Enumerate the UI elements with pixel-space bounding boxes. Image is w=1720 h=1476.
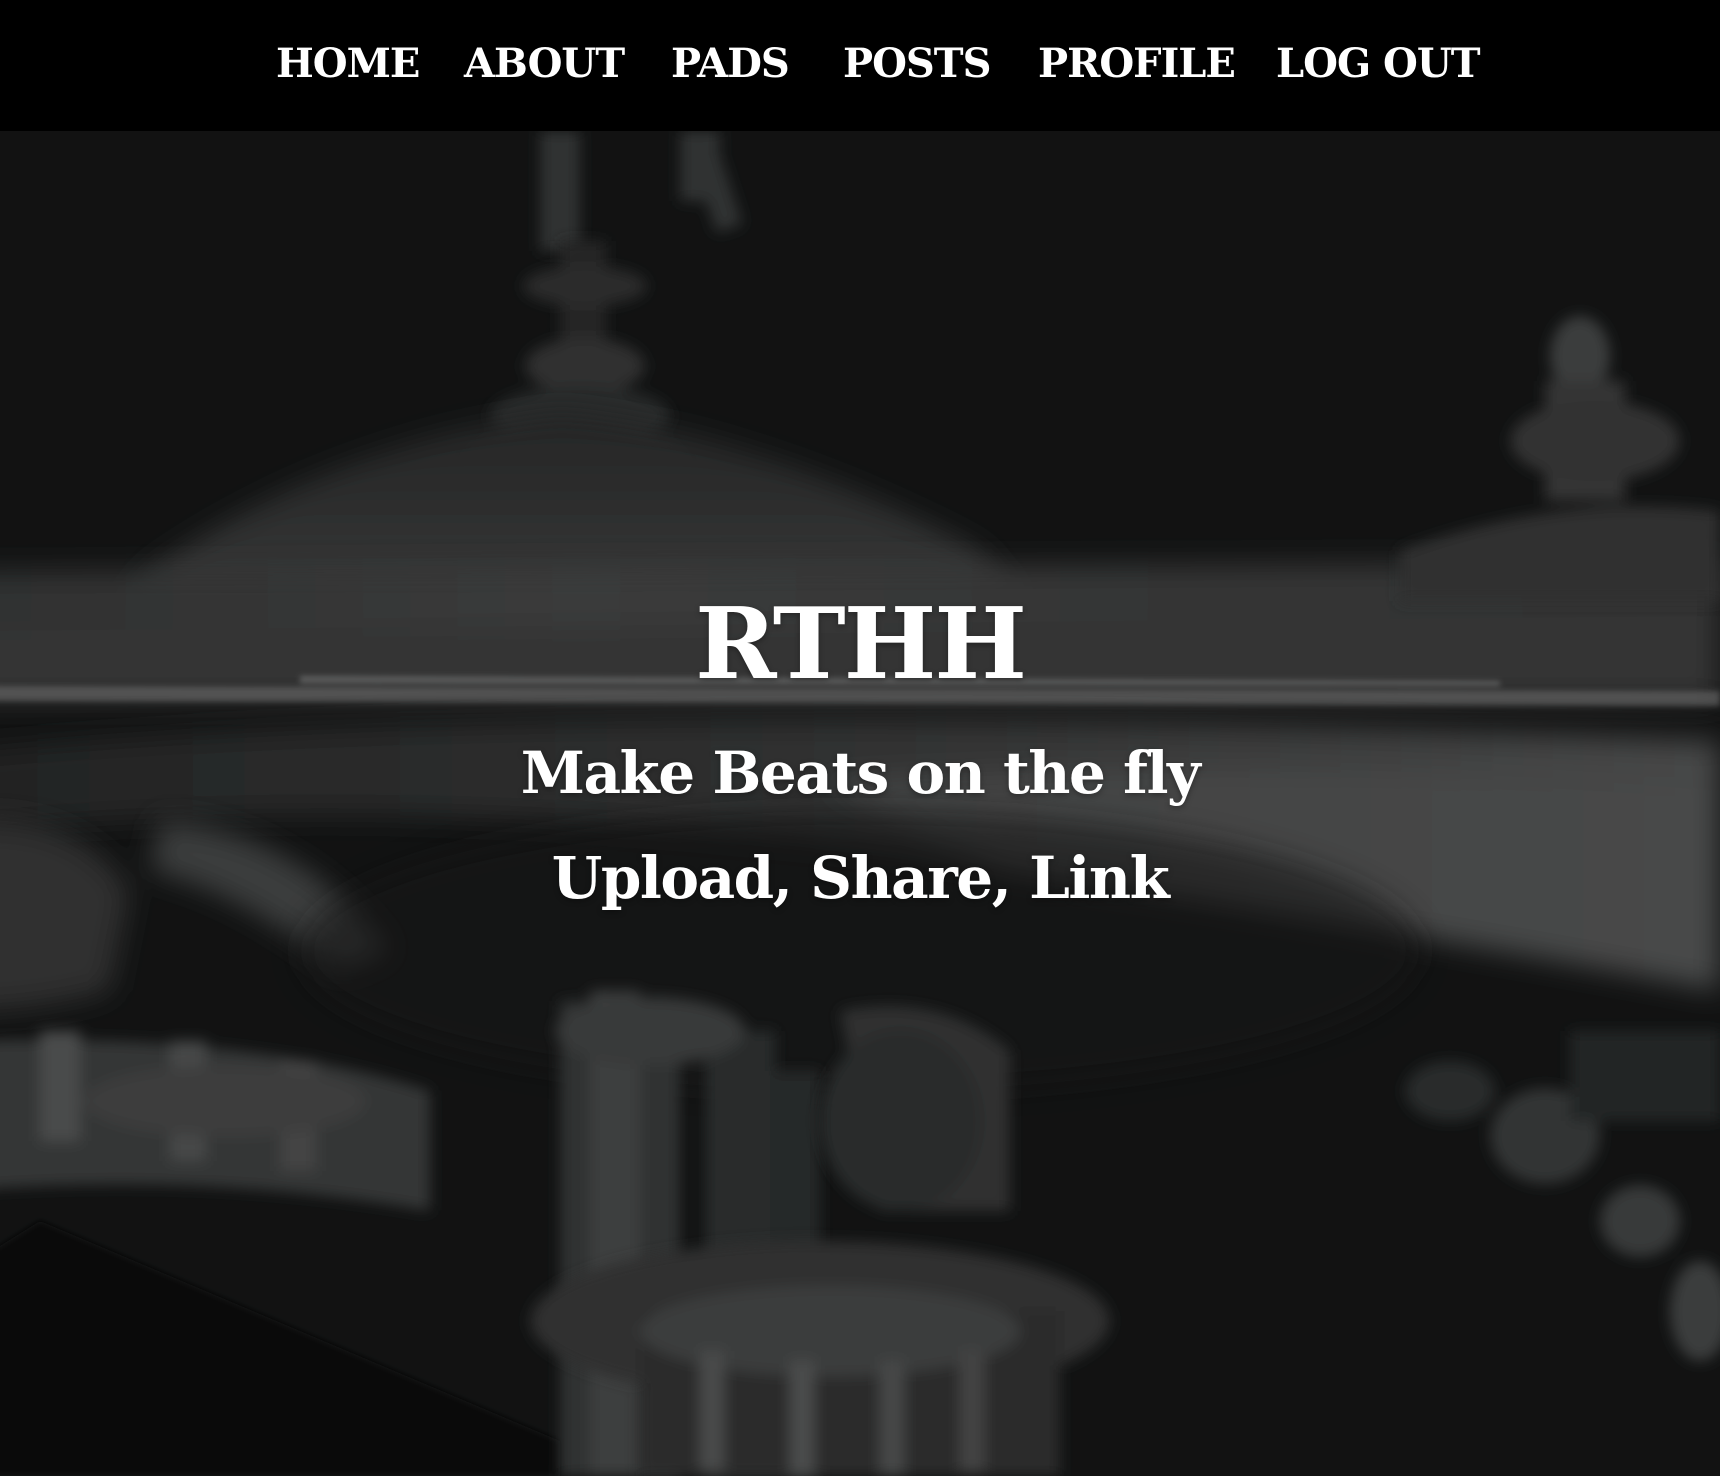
nav-link-logout[interactable]: LOG OUT — [1276, 38, 1481, 90]
nav-link-about[interactable]: ABOUT — [464, 38, 625, 90]
nav-link-profile[interactable]: PROFILE — [1038, 38, 1236, 90]
hero-tagline: Make Beats on the fly — [520, 739, 1201, 807]
nav-menu: HOME ABOUT PADS POSTS PROFILE LOG OUT — [0, 0, 1720, 131]
nav-link-pads[interactable]: PADS — [671, 38, 790, 90]
hero-title: RTHH — [695, 587, 1027, 702]
hero-section: RTHH Make Beats on the fly Upload, Share… — [0, 131, 1720, 1476]
hero-subtagline: Upload, Share, Link — [551, 844, 1170, 912]
nav-link-posts[interactable]: POSTS — [843, 38, 991, 90]
top-navbar: HOME ABOUT PADS POSTS PROFILE LOG OUT — [0, 0, 1720, 131]
nav-link-home[interactable]: HOME — [276, 38, 420, 90]
